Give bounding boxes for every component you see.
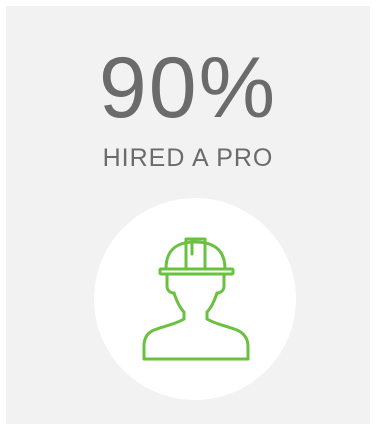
icon-circle (94, 198, 296, 400)
hard-hat-worker-icon (142, 237, 250, 361)
stat-label: HIRED A PRO (102, 144, 274, 172)
stat-card: 90% HIRED A PRO (6, 6, 370, 424)
stat-value: 90% (98, 40, 278, 136)
